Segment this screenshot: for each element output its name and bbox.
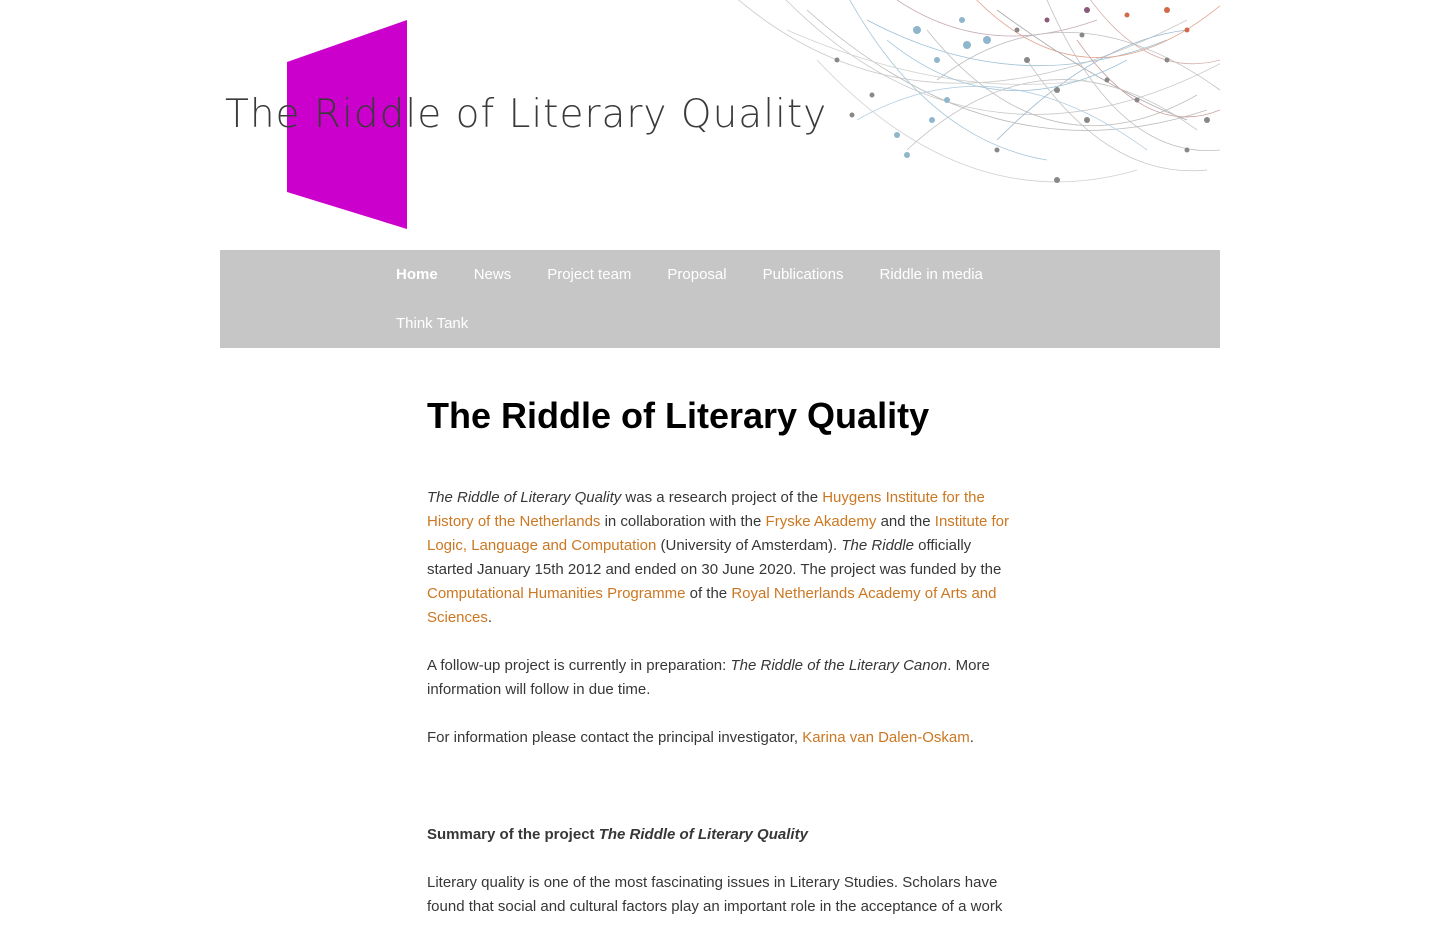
text: . (969, 729, 974, 746)
summary-label: Summary of the project (427, 826, 599, 843)
text: (University of Amsterdam). (656, 537, 842, 554)
intro-paragraph: The Riddle of Literary Quality was a res… (427, 486, 1019, 630)
follow-up-project-name: The Riddle of the Literary Canon (730, 657, 948, 674)
link-computational-humanities[interactable]: Computational Humanities Programme (427, 585, 685, 602)
text: For information please contact the princ… (427, 729, 803, 746)
link-principal-investigator[interactable]: Karina van Dalen-Oskam (802, 729, 970, 746)
text: and the (876, 513, 935, 530)
nav-link-riddle-in-media[interactable]: Riddle in media (880, 266, 983, 283)
site-header: The Riddle of Literary Quality (220, 0, 1220, 250)
summary-heading: Summary of the project The Riddle of Lit… (427, 823, 1019, 847)
link-fryske-akademy[interactable]: Fryske Akademy (766, 513, 877, 530)
site-logo-text[interactable]: The Riddle of Literary Quality (225, 92, 827, 137)
nav-item-proposal: Proposal (667, 250, 726, 299)
nav-link-think-tank[interactable]: Think Tank (396, 315, 468, 332)
main-navigation: Home News Project team Proposal Publicat… (220, 250, 1220, 348)
nav-link-home[interactable]: Home (396, 266, 438, 283)
project-short-name: The Riddle (841, 537, 914, 554)
nav-link-news[interactable]: News (474, 266, 512, 283)
project-name: The Riddle of Literary Quality (427, 489, 622, 506)
nav-link-project-team[interactable]: Project team (547, 266, 631, 283)
page-title: The Riddle of Literary Quality (427, 395, 930, 436)
nav-item-publications: Publications (763, 250, 844, 299)
contact-paragraph: For information please contact the princ… (427, 726, 1019, 750)
nav-item-news: News (474, 250, 512, 299)
nav-item-think-tank: Think Tank (396, 299, 468, 348)
text: . (487, 609, 493, 626)
text: in collaboration with the (600, 513, 766, 530)
summary-project-name: The Riddle of Literary Quality (598, 826, 808, 843)
text: was a research project of the (621, 489, 823, 506)
nav-item-riddle-in-media: Riddle in media (880, 250, 983, 299)
nav-link-proposal[interactable]: Proposal (667, 266, 726, 283)
nav-link-publications[interactable]: Publications (763, 266, 844, 283)
nav-item-home: Home (396, 250, 438, 299)
follow-up-paragraph: A follow-up project is currently in prep… (427, 654, 1019, 702)
text: A follow-up project is currently in prep… (427, 657, 731, 674)
text: of the (685, 585, 732, 602)
logo-word-1: The R (225, 92, 343, 137)
logo-word-2: iddle of Literary Quality (342, 92, 828, 137)
page: The Riddle of Literary Quality Home News… (220, 0, 1220, 915)
nav-item-project-team: Project team (547, 250, 631, 299)
main-content: The Riddle of Literary Quality The Riddl… (427, 388, 1019, 943)
summary-paragraph: Literary quality is one of the most fasc… (427, 874, 1003, 915)
